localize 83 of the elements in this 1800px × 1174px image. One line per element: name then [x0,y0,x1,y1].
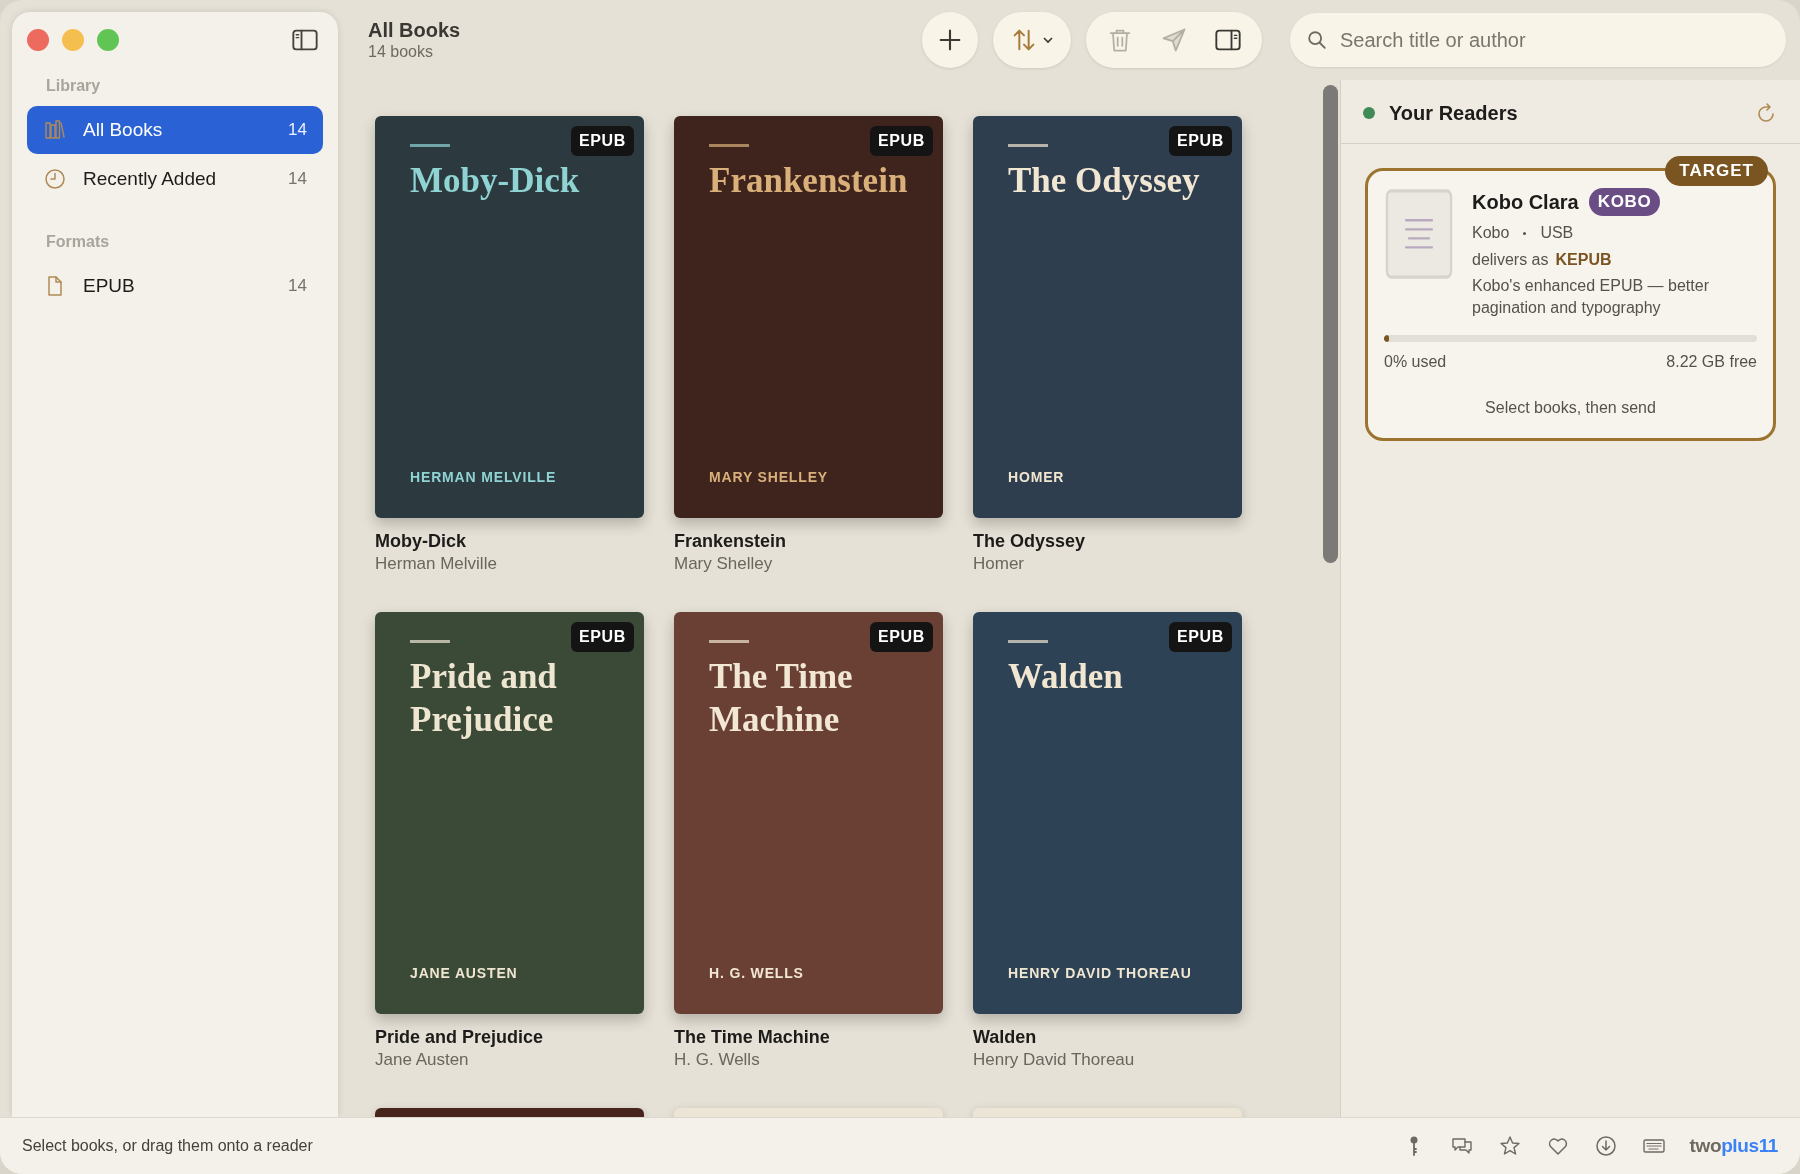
book-title: The Time Machine [674,1026,831,1048]
sidebar-item[interactable]: All Books 14 [27,106,323,154]
book-title: Moby-Dick [375,530,467,552]
cover-author: H. G. WELLS [709,964,804,983]
item-label: EPUB [83,273,135,298]
cover-author: JANE AUSTEN [410,964,518,983]
cover-title: Moby-Dick [410,160,580,202]
search-icon [1306,29,1328,51]
close-button[interactable] [27,29,49,51]
zoom-button[interactable] [97,29,119,51]
sidebar-item[interactable]: EPUB 14 [27,262,323,310]
cover-rule [410,640,450,643]
book-cover[interactable]: EPUB Moby-Dick HERMAN MELVILLE [375,116,644,518]
cover-rule [410,144,450,147]
format-badge: EPUB [1169,126,1232,156]
scrollbar-thumb[interactable] [1323,85,1338,563]
device-name: Kobo Clara [1472,190,1579,215]
device-icon [1384,187,1454,281]
sidebar-item[interactable]: Recently Added 14 [27,155,323,203]
book-cover[interactable]: EPUB The Odyssey HOMER [973,116,1242,518]
cover-rule [1008,640,1048,643]
cover-title: The Odyssey [1008,160,1200,202]
delivery-label: delivers as [1472,250,1549,270]
chevron-down-icon [1042,34,1054,46]
book-title: The Odyssey [973,530,1087,552]
item-label: All Books [83,117,163,142]
book-author: Mary Shelley [674,553,774,575]
cover-author: MARY SHELLEY [709,468,828,487]
device-brand: Kobo [1472,223,1510,243]
cover-title: Frankenstein [709,160,908,202]
add-button[interactable] [922,12,978,68]
cover-title: The Time Machine [709,656,854,741]
book-author: Henry David Thoreau [973,1049,1136,1071]
section-heading: Formats [45,232,111,252]
book-count: 14 books [368,42,434,62]
cover-author: HERMAN MELVILLE [410,468,557,487]
sort-button[interactable] [993,12,1071,68]
book-title: Frankenstein [674,530,788,552]
storage-used: 0% used [1384,352,1447,372]
format-description: Kobo's enhanced EPUB — better pagination and typography [1472,276,1710,318]
cover-rule [1008,144,1048,147]
item-label: Recently Added [83,166,217,191]
book-cover[interactable]: EPUB Pride and Prejudice JANE AUSTEN [375,612,644,1014]
cover-title: Walden [1008,656,1123,698]
book-cover[interactable]: EPUB Walden HENRY DAVID THOREAU [973,612,1242,1014]
device-type-badge: KOBO [1588,188,1661,216]
book-title: Pride and Prejudice [375,1026,545,1048]
send-hint: Select books, then send [1484,398,1657,418]
status-text: Select books, or drag them onto a reader [22,1136,313,1156]
book-author: Jane Austen [375,1049,470,1071]
cover-rule [709,144,749,147]
search-field[interactable]: Search title or author [1290,13,1786,67]
page-title: All Books [368,18,461,42]
download-icon[interactable] [1593,1134,1618,1158]
target-badge: TARGET [1665,156,1768,186]
cover-author: HOMER [1008,468,1065,487]
clock-icon [43,167,67,191]
brand-logo: twoplus11 [1689,1133,1778,1158]
connection-type: USB [1540,223,1574,243]
cover-rule [709,640,749,643]
book-title: Walden [973,1026,1038,1048]
format-badge: EPUB [571,622,634,652]
format-badge: EPUB [571,126,634,156]
section-heading: Library [45,76,102,96]
item-count: 14 [288,275,307,298]
format-badge: EPUB [870,126,933,156]
book-cover[interactable]: EPUB The Time Machine H. G. WELLS [674,612,943,1014]
storage-free: 8.22 GB free [1666,352,1757,372]
cover-author: HENRY DAVID THOREAU [1008,964,1192,983]
paper-plane-icon [1160,26,1188,54]
format-badge: EPUB [870,622,933,652]
book-cover[interactable]: EPUB Frankenstein MARY SHELLEY [674,116,943,518]
format-badge: EPUB [1169,622,1232,652]
book-author: Homer [973,553,1025,575]
panel-title: Your Readers [1389,100,1518,126]
book-author: Herman Melville [375,553,498,575]
delivery-format: KEPUB [1555,250,1612,270]
bookshelf-icon [43,118,67,142]
item-count: 14 [288,119,307,142]
star-icon[interactable] [1497,1134,1522,1158]
item-count: 14 [288,168,307,191]
cover-title: Pride and Prejudice [410,656,558,741]
book-author: H. G. Wells [674,1049,761,1071]
